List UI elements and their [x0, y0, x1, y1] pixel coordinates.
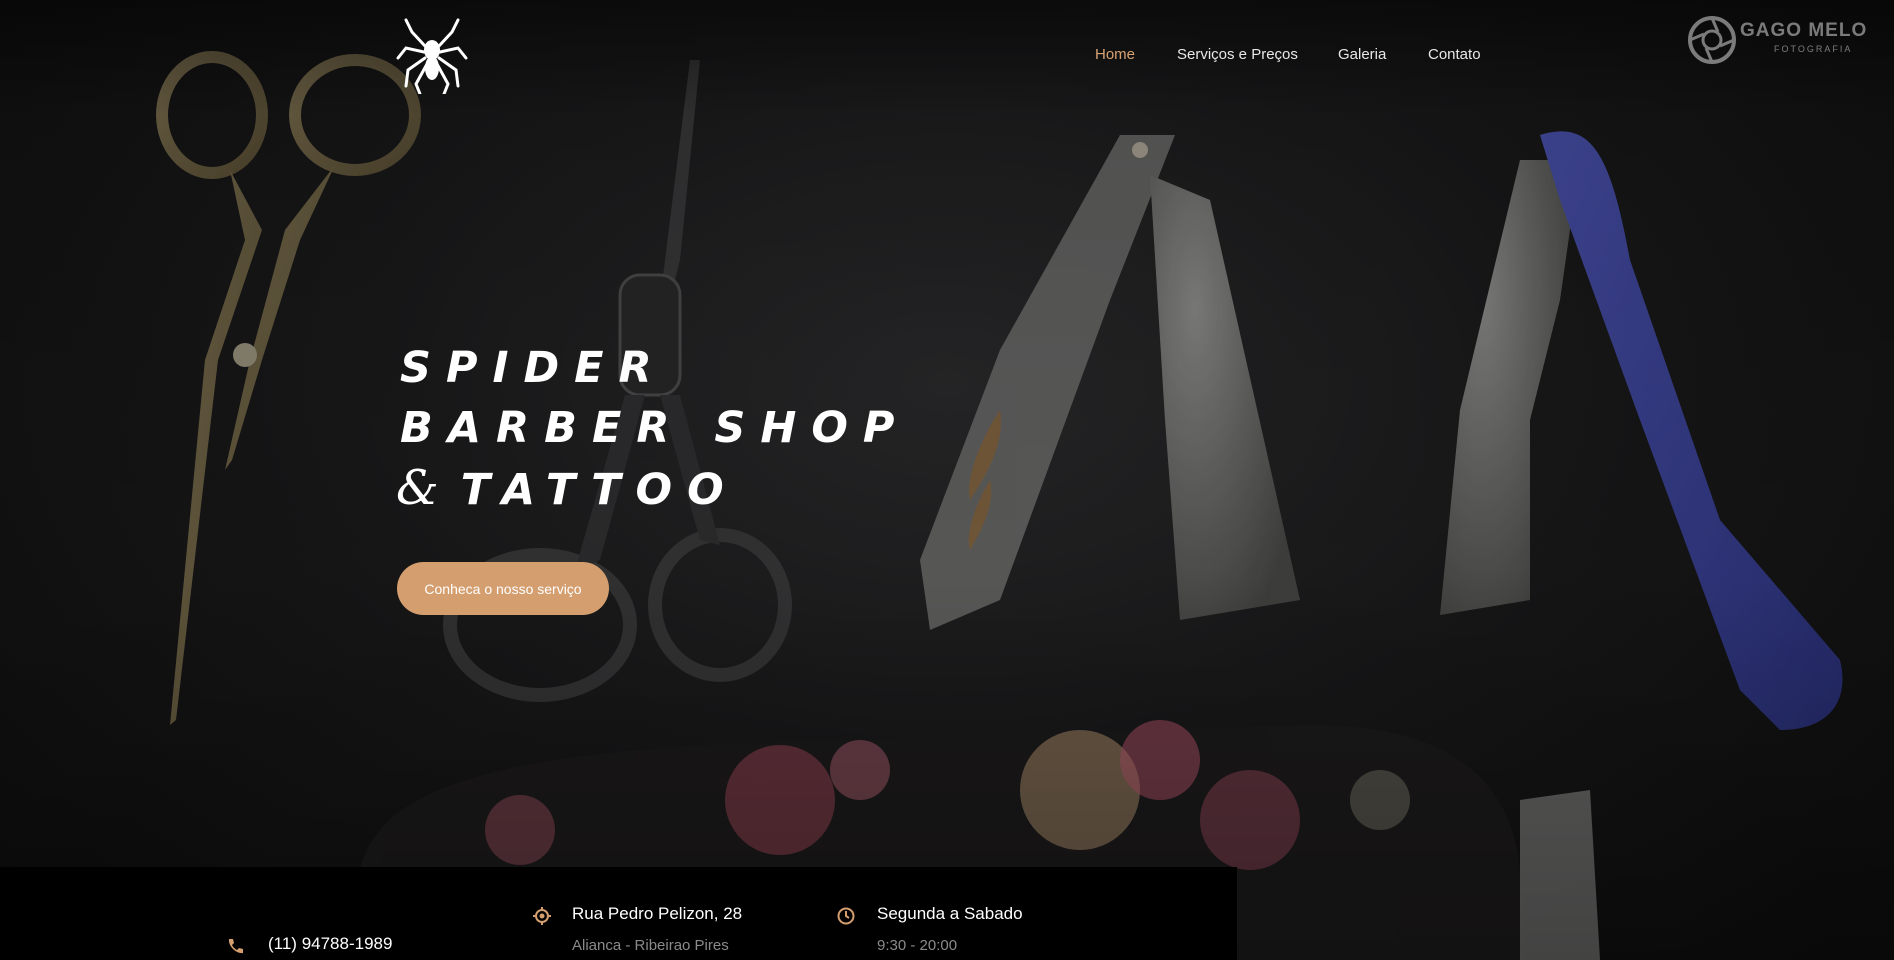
photographer-watermark: GAGO MELO FOTOGRAFIA	[1686, 14, 1872, 70]
address-line1: Rua Pedro Pelizon, 28	[572, 904, 743, 923]
hero-title-line2: Barber Shop	[400, 403, 910, 453]
hero-title-line3-text: Tattoo	[460, 465, 739, 515]
watermark-subtitle: FOTOGRAFIA	[1774, 44, 1853, 54]
nav-home[interactable]: Home	[1095, 46, 1135, 63]
clock-icon	[837, 907, 855, 925]
phone-icon	[228, 939, 243, 954]
spider-logo[interactable]	[394, 18, 470, 96]
hero-overlay	[0, 0, 1894, 960]
info-bar: (11) 94788-1989 Rua Pedro Pelizon, 28 Al…	[0, 867, 1237, 960]
hero-title-line3: & Tattoo	[396, 458, 909, 520]
cta-button[interactable]: Conheca o nosso serviço	[397, 562, 609, 615]
hero-title-line1: Spider	[400, 343, 667, 393]
nav-contact[interactable]: Contato	[1428, 46, 1481, 63]
phone-number[interactable]: (11) 94788-1989	[268, 934, 392, 954]
hours-days: Segunda a Sabado	[877, 904, 1023, 923]
address-line2: Alianca - Ribeirao Pires	[572, 937, 729, 954]
location-pin-icon	[533, 907, 551, 925]
hero-title-ampersand: &	[396, 460, 439, 516]
nav-services-prices[interactable]: Serviços e Preços	[1177, 46, 1298, 63]
watermark-title: GAGO MELO	[1740, 20, 1868, 41]
spider-icon	[396, 18, 468, 96]
hours-time: 9:30 - 20:00	[877, 937, 958, 954]
nav-gallery[interactable]: Galeria	[1338, 46, 1386, 63]
camera-aperture-icon	[1688, 16, 1736, 64]
hero-title: Spider Barber Shop & Tattoo	[396, 338, 910, 520]
